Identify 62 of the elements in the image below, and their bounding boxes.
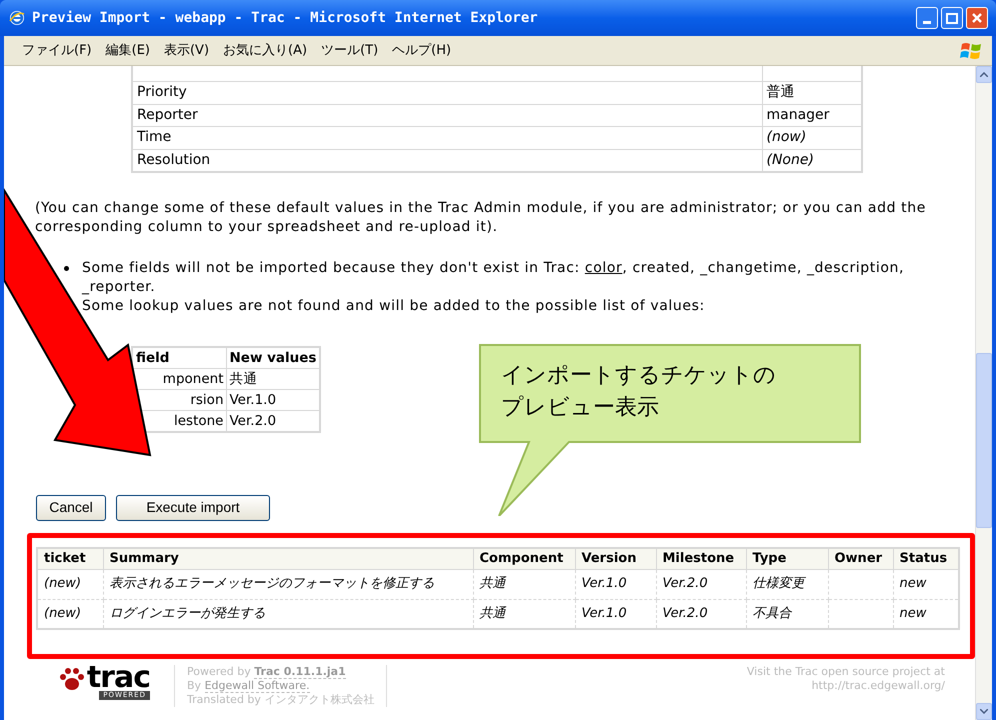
column-header: Milestone	[656, 548, 746, 569]
field-cell: Time	[132, 126, 762, 149]
field-cell: mponent	[162, 370, 224, 386]
powered-text: Powered by Trac 0.11.1.ja1	[187, 664, 347, 678]
menu-item[interactable]: ツール(T)	[321, 40, 378, 60]
close-icon	[971, 12, 983, 24]
table-cell: Ver.1.0	[582, 606, 627, 621]
table-cell: 共通	[480, 576, 506, 592]
table-cell: 不具合	[752, 606, 792, 621]
field-link[interactable]: color	[584, 260, 622, 276]
column-header: Summary	[103, 548, 473, 569]
value-cell: 普通	[762, 82, 862, 104]
windows-logo-icon	[960, 40, 982, 60]
maximize-button[interactable]	[941, 7, 963, 29]
scrollbar[interactable]	[975, 66, 992, 720]
bullet-icon	[64, 266, 69, 270]
scroll-thumb[interactable]	[976, 353, 992, 528]
table-cell: ログインエラーが発生する	[110, 606, 266, 621]
window-title: Preview Import - webapp - Trac - Microsoft Internet Explorer	[32, 8, 538, 28]
cancel-button[interactable]: Cancel	[36, 494, 106, 520]
lookup-text: Some lookup values are not found and will be added to the possible list of values:	[82, 296, 706, 316]
paw-icon	[58, 666, 85, 690]
table-cell: 仕様変更	[752, 576, 804, 592]
column-header: ticket	[37, 548, 103, 569]
column-header: Type	[746, 548, 828, 569]
table-cell: Ver.1.0	[582, 576, 627, 592]
table-cell: (new)	[44, 576, 82, 592]
field-cell: Priority	[132, 82, 762, 104]
visit-text: Visit the Trac open source project at	[746, 664, 945, 678]
minimize-button[interactable]	[916, 7, 938, 29]
bullet-text: Some fields will not be imported because they don't exist in Trac: color, created, _changetime, _description, _reporter.	[82, 258, 906, 296]
menu-item[interactable]: 表示(V)	[164, 40, 210, 60]
table-cell: 表示されるエラーメッセージのフォーマットを修正する	[110, 576, 434, 592]
column-header: Component	[473, 548, 575, 569]
browser-icon	[8, 9, 26, 27]
by-text: By Edgewall Software.	[187, 678, 311, 692]
table-cell: 共通	[480, 606, 506, 621]
note-text: (You can change some of these default values in the Trac Admin module, if you are administrator; or you can add the corresponding column to your spreadsheet and re-upload it).	[35, 198, 927, 236]
menu-item[interactable]: ファイル(F)	[22, 40, 92, 60]
menu-item[interactable]: お気に入り(A)	[223, 40, 308, 60]
close-button[interactable]	[966, 7, 988, 29]
table-cell: Ver.2.0	[662, 606, 708, 621]
execute-import-button[interactable]: Execute import	[116, 494, 270, 520]
column-header: Owner	[828, 548, 893, 569]
table-cell: new	[900, 606, 926, 621]
menu-item[interactable]: ヘルプ(H)	[392, 40, 452, 60]
callout-text: インポートするチケットの	[501, 362, 776, 390]
menu-item[interactable]: 編集(E)	[106, 40, 150, 60]
minimize-icon	[923, 21, 931, 24]
column-header: Version	[575, 548, 656, 569]
table-cell: (new)	[44, 606, 82, 621]
callout-text: プレビュー表示	[501, 394, 660, 422]
table-cell: new	[900, 576, 926, 592]
scroll-up-icon	[980, 72, 988, 77]
translated-text: Translated by インタアクト株式会社	[187, 692, 374, 706]
field-cell: lestone	[174, 412, 224, 428]
maximize-icon	[946, 12, 958, 24]
field-cell: Reporter	[132, 104, 762, 126]
table-cell: Ver.2.0	[662, 576, 708, 592]
field-cell: rsion	[190, 392, 224, 408]
scroll-down-icon	[980, 709, 988, 714]
logo-text: trac	[86, 664, 150, 690]
